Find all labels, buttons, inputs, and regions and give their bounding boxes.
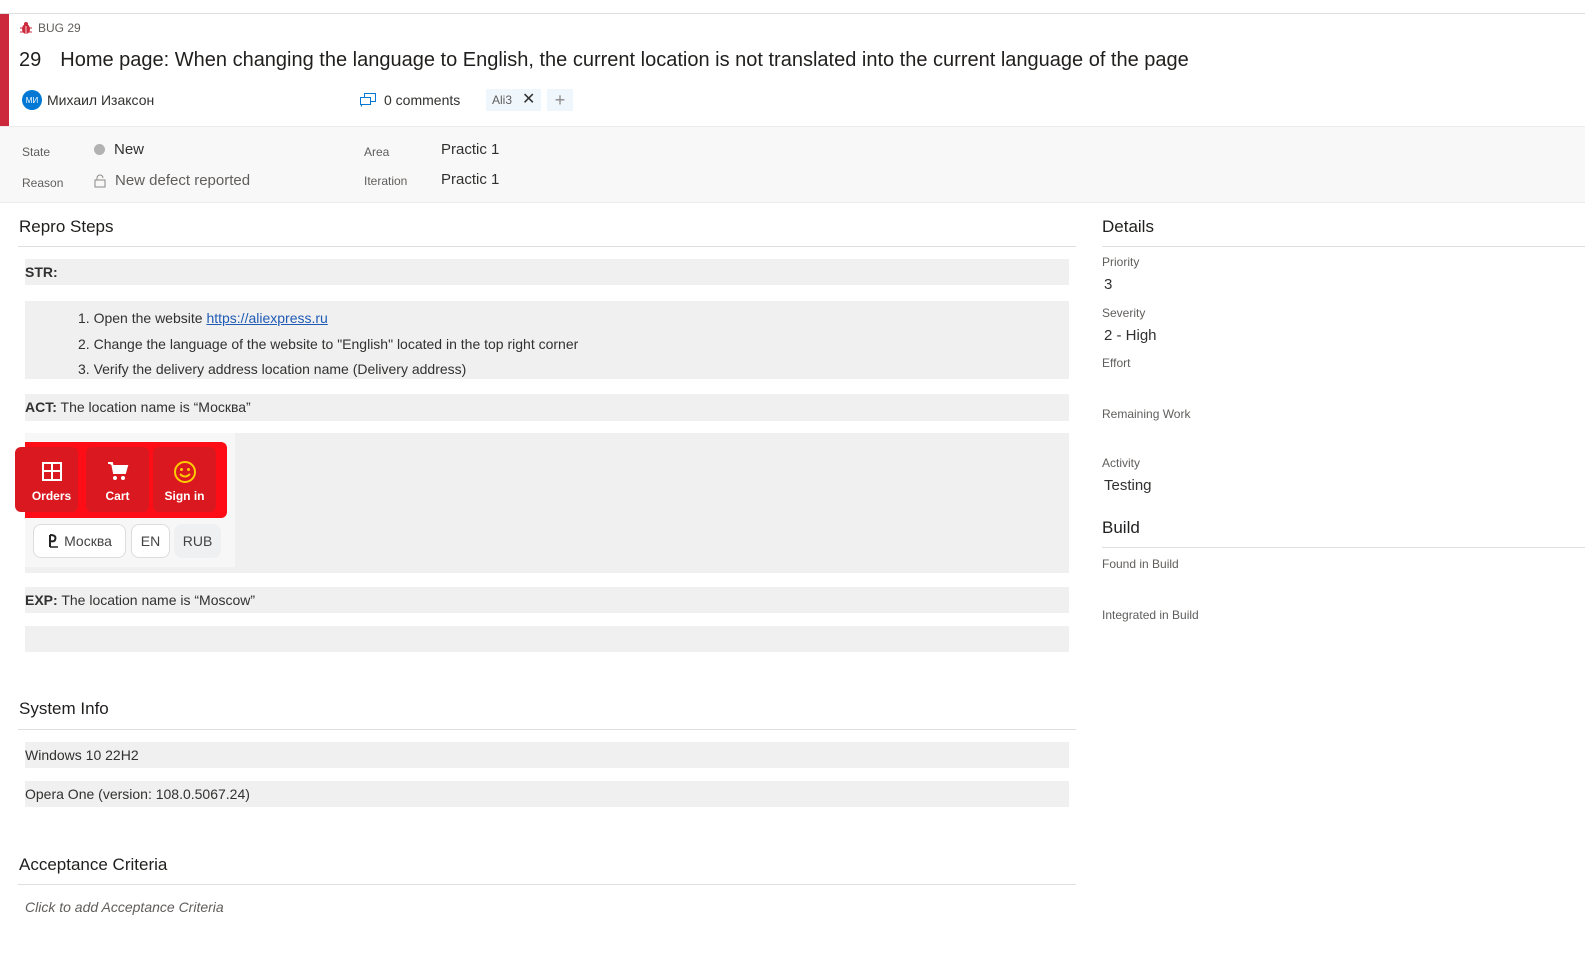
remove-tag-icon[interactable]: ✕ (522, 92, 535, 108)
workitem-id: 29 (19, 49, 42, 71)
activity-label: Activity (1102, 456, 1141, 470)
priority-label: Priority (1102, 255, 1140, 269)
language-pill: EN (131, 524, 170, 558)
bug-icon (20, 22, 32, 34)
repro-steps-title: Repro Steps (19, 217, 114, 236)
workitem-title[interactable]: Home page: When changing the language to… (60, 49, 1189, 72)
orders-icon (41, 462, 62, 481)
act-block[interactable]: ACT: The location name is “Москва” (25, 394, 1069, 421)
state-field[interactable]: New (94, 141, 144, 158)
integrated-in-build-label: Integrated in Build (1102, 608, 1199, 622)
screenshot-block[interactable]: Orders Cart Sign in Москва EN RUB (15, 433, 1069, 573)
step-number: 3. (78, 361, 90, 377)
assigned-to-name: Михаил Изаксон (47, 92, 155, 108)
cart-label: Cart (105, 489, 130, 503)
avatar: МИ (22, 90, 42, 110)
workitem-type-label: BUG 29 (38, 21, 81, 35)
smiley-icon (173, 461, 196, 483)
lock-icon (94, 174, 106, 187)
state-label: State (22, 145, 51, 159)
location-text: Москва (64, 533, 112, 549)
signin-button: Sign in (153, 447, 216, 512)
orders-label: Orders (31, 489, 72, 503)
act-label: ACT: (25, 399, 57, 415)
orders-button: Orders (15, 447, 78, 512)
steps-list[interactable]: 1. Open the website https://aliexpress.r… (25, 301, 1069, 379)
step-number: 2. (78, 335, 90, 352)
exp-block[interactable]: EXP: The location name is “Moscow” (25, 587, 1069, 613)
aliexpress-link[interactable]: https://aliexpress.ru (206, 310, 327, 326)
bug-color-bar (0, 14, 9, 126)
exp-text: The location name is “Moscow” (57, 592, 256, 608)
cart-icon (107, 462, 128, 480)
comments-count: 0 comments (384, 92, 461, 108)
details-divider (1102, 246, 1585, 247)
state-dot-icon (94, 144, 105, 155)
area-label: Area (364, 145, 390, 159)
step-number: 1. (78, 310, 90, 326)
remaining-work-label: Remaining Work (1102, 407, 1191, 421)
system-info-browser[interactable]: Opera One (version: 108.0.5067.24) (25, 781, 1069, 807)
step-text: Verify the delivery address location nam… (93, 361, 467, 377)
step-text: Change the language of the website to "E… (93, 335, 579, 352)
system-info-title: System Info (19, 699, 109, 718)
reason-value: New defect reported (115, 172, 251, 189)
title-row: 29 Home page: When changing the language… (19, 49, 1189, 72)
header-panel: Orders Cart Sign in (15, 442, 227, 518)
embedded-screenshot: Orders Cart Sign in Москва EN RUB (15, 433, 235, 567)
system-info-os[interactable]: Windows 10 22H2 (25, 742, 1069, 768)
location-pin-icon (49, 534, 59, 548)
act-text: The location name is “Москва” (56, 399, 251, 415)
system-info-divider (18, 729, 1076, 730)
activity-value[interactable]: Testing (1104, 477, 1152, 494)
tag-label: Ali3 (492, 93, 513, 107)
list-item: 3. Verify the delivery address location … (78, 357, 578, 383)
assigned-to[interactable]: МИ Михаил Изаксон (22, 90, 154, 110)
workitem-type: BUG 29 (20, 21, 81, 35)
state-value: New (114, 141, 145, 158)
acceptance-criteria-title: Acceptance Criteria (19, 855, 168, 874)
severity-value[interactable]: 2 - High (1104, 327, 1157, 344)
area-value[interactable]: Practic 1 (441, 141, 499, 158)
found-in-build-label: Found in Build (1102, 557, 1179, 571)
signin-label: Sign in (164, 489, 205, 503)
exp-label: EXP: (25, 592, 58, 608)
cart-button: Cart (86, 447, 149, 512)
reason-field: New defect reported (94, 172, 250, 189)
str-block[interactable]: STR: (25, 259, 1069, 285)
build-title: Build (1102, 518, 1140, 537)
tag-ali3[interactable]: Ali3 ✕ (486, 89, 542, 111)
str-label: STR: (25, 264, 58, 280)
effort-label: Effort (1102, 356, 1131, 370)
build-divider (1102, 547, 1585, 548)
severity-label: Severity (1102, 306, 1146, 320)
acceptance-criteria-placeholder[interactable]: Click to add Acceptance Criteria (25, 899, 224, 915)
empty-block[interactable] (25, 626, 1069, 652)
acceptance-divider (18, 884, 1076, 885)
add-tag-button[interactable]: + (547, 89, 573, 111)
iteration-label: Iteration (364, 174, 408, 188)
comments-link[interactable]: 0 comments (360, 92, 460, 108)
reason-label: Reason (22, 176, 64, 190)
comment-icon (360, 93, 376, 107)
location-pill: Москва (33, 524, 126, 558)
iteration-value[interactable]: Practic 1 (441, 171, 499, 188)
repro-divider (18, 246, 1076, 247)
list-item: 2. Change the language of the website to… (78, 332, 578, 358)
priority-value[interactable]: 3 (1104, 276, 1112, 293)
core-fields: State New Reason New defect reported Are… (0, 126, 1585, 203)
list-item: 1. Open the website https://aliexpress.r… (78, 306, 578, 332)
details-title: Details (1102, 217, 1154, 236)
currency-pill: RUB (174, 524, 221, 558)
step-text: Open the website (93, 310, 207, 326)
